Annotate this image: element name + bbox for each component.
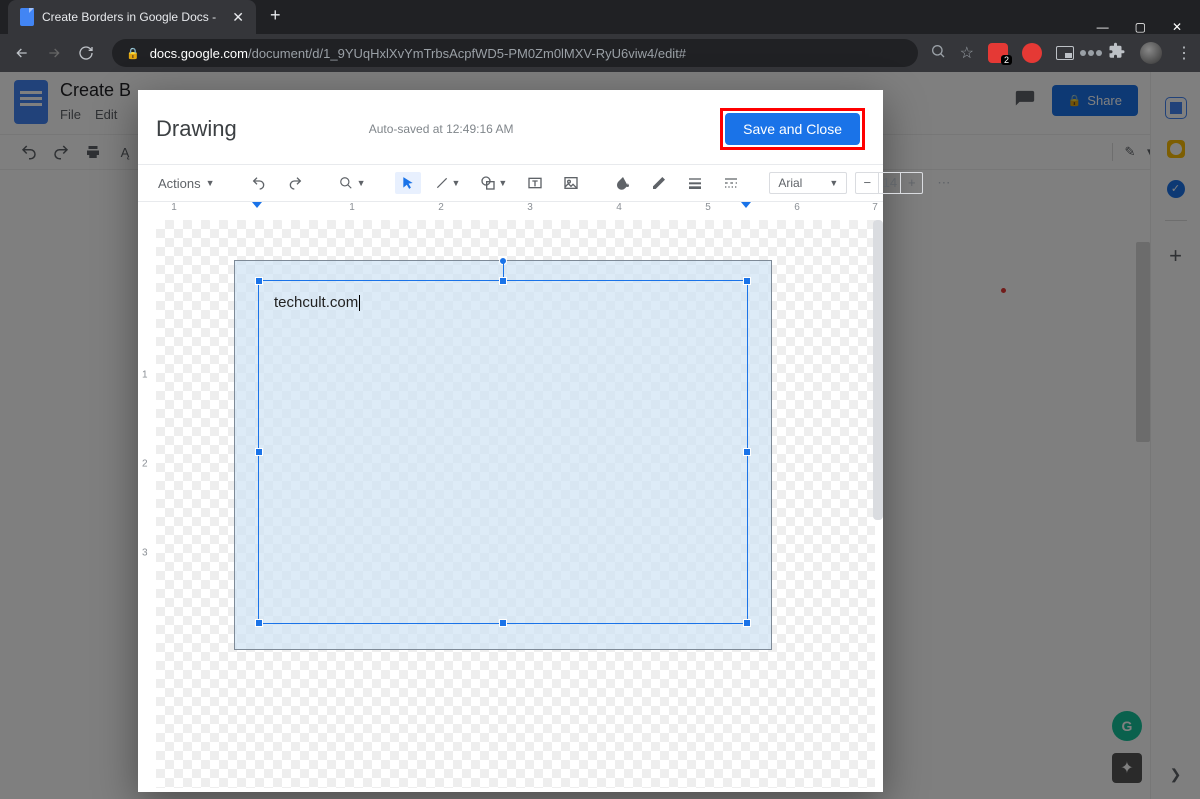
more-format-icon[interactable]: ⋯ [931,171,956,195]
window-minimize-button[interactable]: — [1097,20,1109,34]
font-size-value[interactable]: 14 [878,173,900,193]
select-tool-icon[interactable] [395,172,421,194]
drawing-canvas-area: 1 1 2 3 4 5 6 7 1 2 3 [138,202,883,792]
increase-size-icon[interactable]: + [900,173,922,193]
save-and-close-button[interactable]: Save and Close [725,113,860,145]
extensions-puzzle-icon[interactable] [1108,42,1126,65]
resize-handle-sw[interactable] [255,619,263,627]
resize-handle-s[interactable] [499,619,507,627]
vertical-ruler[interactable]: 1 2 3 [138,220,156,792]
extension-overflow-icon[interactable] [1088,50,1094,56]
line-tool-icon[interactable]: ▼ [429,172,466,194]
extension-pip-icon[interactable] [1056,46,1074,60]
extension-badge: 2 [1001,55,1012,65]
bookmark-star-icon[interactable]: ☆ [960,43,974,63]
undo-icon[interactable] [245,171,273,195]
nav-back-button[interactable] [8,39,36,67]
new-tab-button[interactable]: + [270,5,281,30]
resize-handle-nw[interactable] [255,277,263,285]
extension-adblock-icon[interactable] [1022,43,1042,63]
redo-icon[interactable] [281,171,309,195]
window-maximize-button[interactable]: ▢ [1135,20,1146,34]
shape-tool-icon[interactable]: ▼ [474,171,513,195]
dialog-title: Drawing [156,116,237,142]
border-dash-icon[interactable] [717,171,745,195]
drawing-canvas[interactable]: techcult.com [156,220,875,788]
nav-forward-button[interactable] [40,39,68,67]
browser-addressbar: 🔒 docs.google.com/document/d/1_9YUqHxlXv… [0,34,1200,72]
save-button-highlight: Save and Close [720,108,865,150]
url-input[interactable]: 🔒 docs.google.com/document/d/1_9YUqHxlXv… [112,39,918,67]
font-size-stepper[interactable]: − 14 + [855,172,923,194]
lock-icon: 🔒 [126,47,140,60]
ruler-indent-right-icon[interactable] [741,202,751,208]
font-select[interactable]: Arial▼ [769,172,847,194]
chrome-profile-avatar[interactable] [1140,42,1162,64]
omnibox-search-icon[interactable] [930,43,946,64]
textbox-content[interactable]: techcult.com [274,294,360,311]
ruler-indent-left-icon[interactable] [252,202,262,208]
resize-handle-ne[interactable] [743,277,751,285]
docs-favicon-icon [20,8,34,26]
browser-tab[interactable]: Create Borders in Google Docs - ✕ [8,0,256,34]
extension-todoist-icon[interactable]: 2 [988,43,1008,63]
resize-handle-w[interactable] [255,448,263,456]
nav-reload-button[interactable] [72,39,100,67]
resize-handle-n[interactable] [499,277,507,285]
autosave-status: Auto-saved at 12:49:16 AM [369,122,514,136]
textbox-shape[interactable] [258,280,748,624]
url-host: docs.google.com [150,46,248,61]
chrome-menu-icon[interactable]: ⋮ [1176,43,1192,63]
canvas-scrollbar[interactable] [873,220,883,788]
window-close-button[interactable]: ✕ [1172,20,1182,34]
horizontal-ruler[interactable]: 1 1 2 3 4 5 6 7 [150,202,871,220]
url-path: /document/d/1_9YUqHxlXvYmTrbsAcpfWD5-PM0… [248,46,686,61]
drawing-dialog: Drawing Auto-saved at 12:49:16 AM Save a… [138,90,883,792]
image-tool-icon[interactable] [557,171,585,195]
tab-title: Create Borders in Google Docs - [42,10,224,24]
decrease-size-icon[interactable]: − [856,173,878,193]
window-controls: — ▢ ✕ [1097,16,1200,34]
border-weight-icon[interactable] [681,171,709,195]
border-color-icon[interactable] [645,171,673,195]
close-tab-icon[interactable]: ✕ [232,9,244,26]
browser-tabstrip: Create Borders in Google Docs - ✕ + — ▢ … [0,0,1200,34]
textbox-tool-icon[interactable] [521,171,549,195]
text-cursor-icon [359,295,360,311]
drawing-toolbar: Actions▼ ▼ ▼ ▼ Arial▼ − 14 + ⋯ [138,164,883,202]
resize-handle-se[interactable] [743,619,751,627]
actions-menu[interactable]: Actions▼ [152,172,221,195]
zoom-menu[interactable]: ▼ [333,172,372,194]
resize-handle-e[interactable] [743,448,751,456]
fill-color-icon[interactable] [609,171,637,195]
